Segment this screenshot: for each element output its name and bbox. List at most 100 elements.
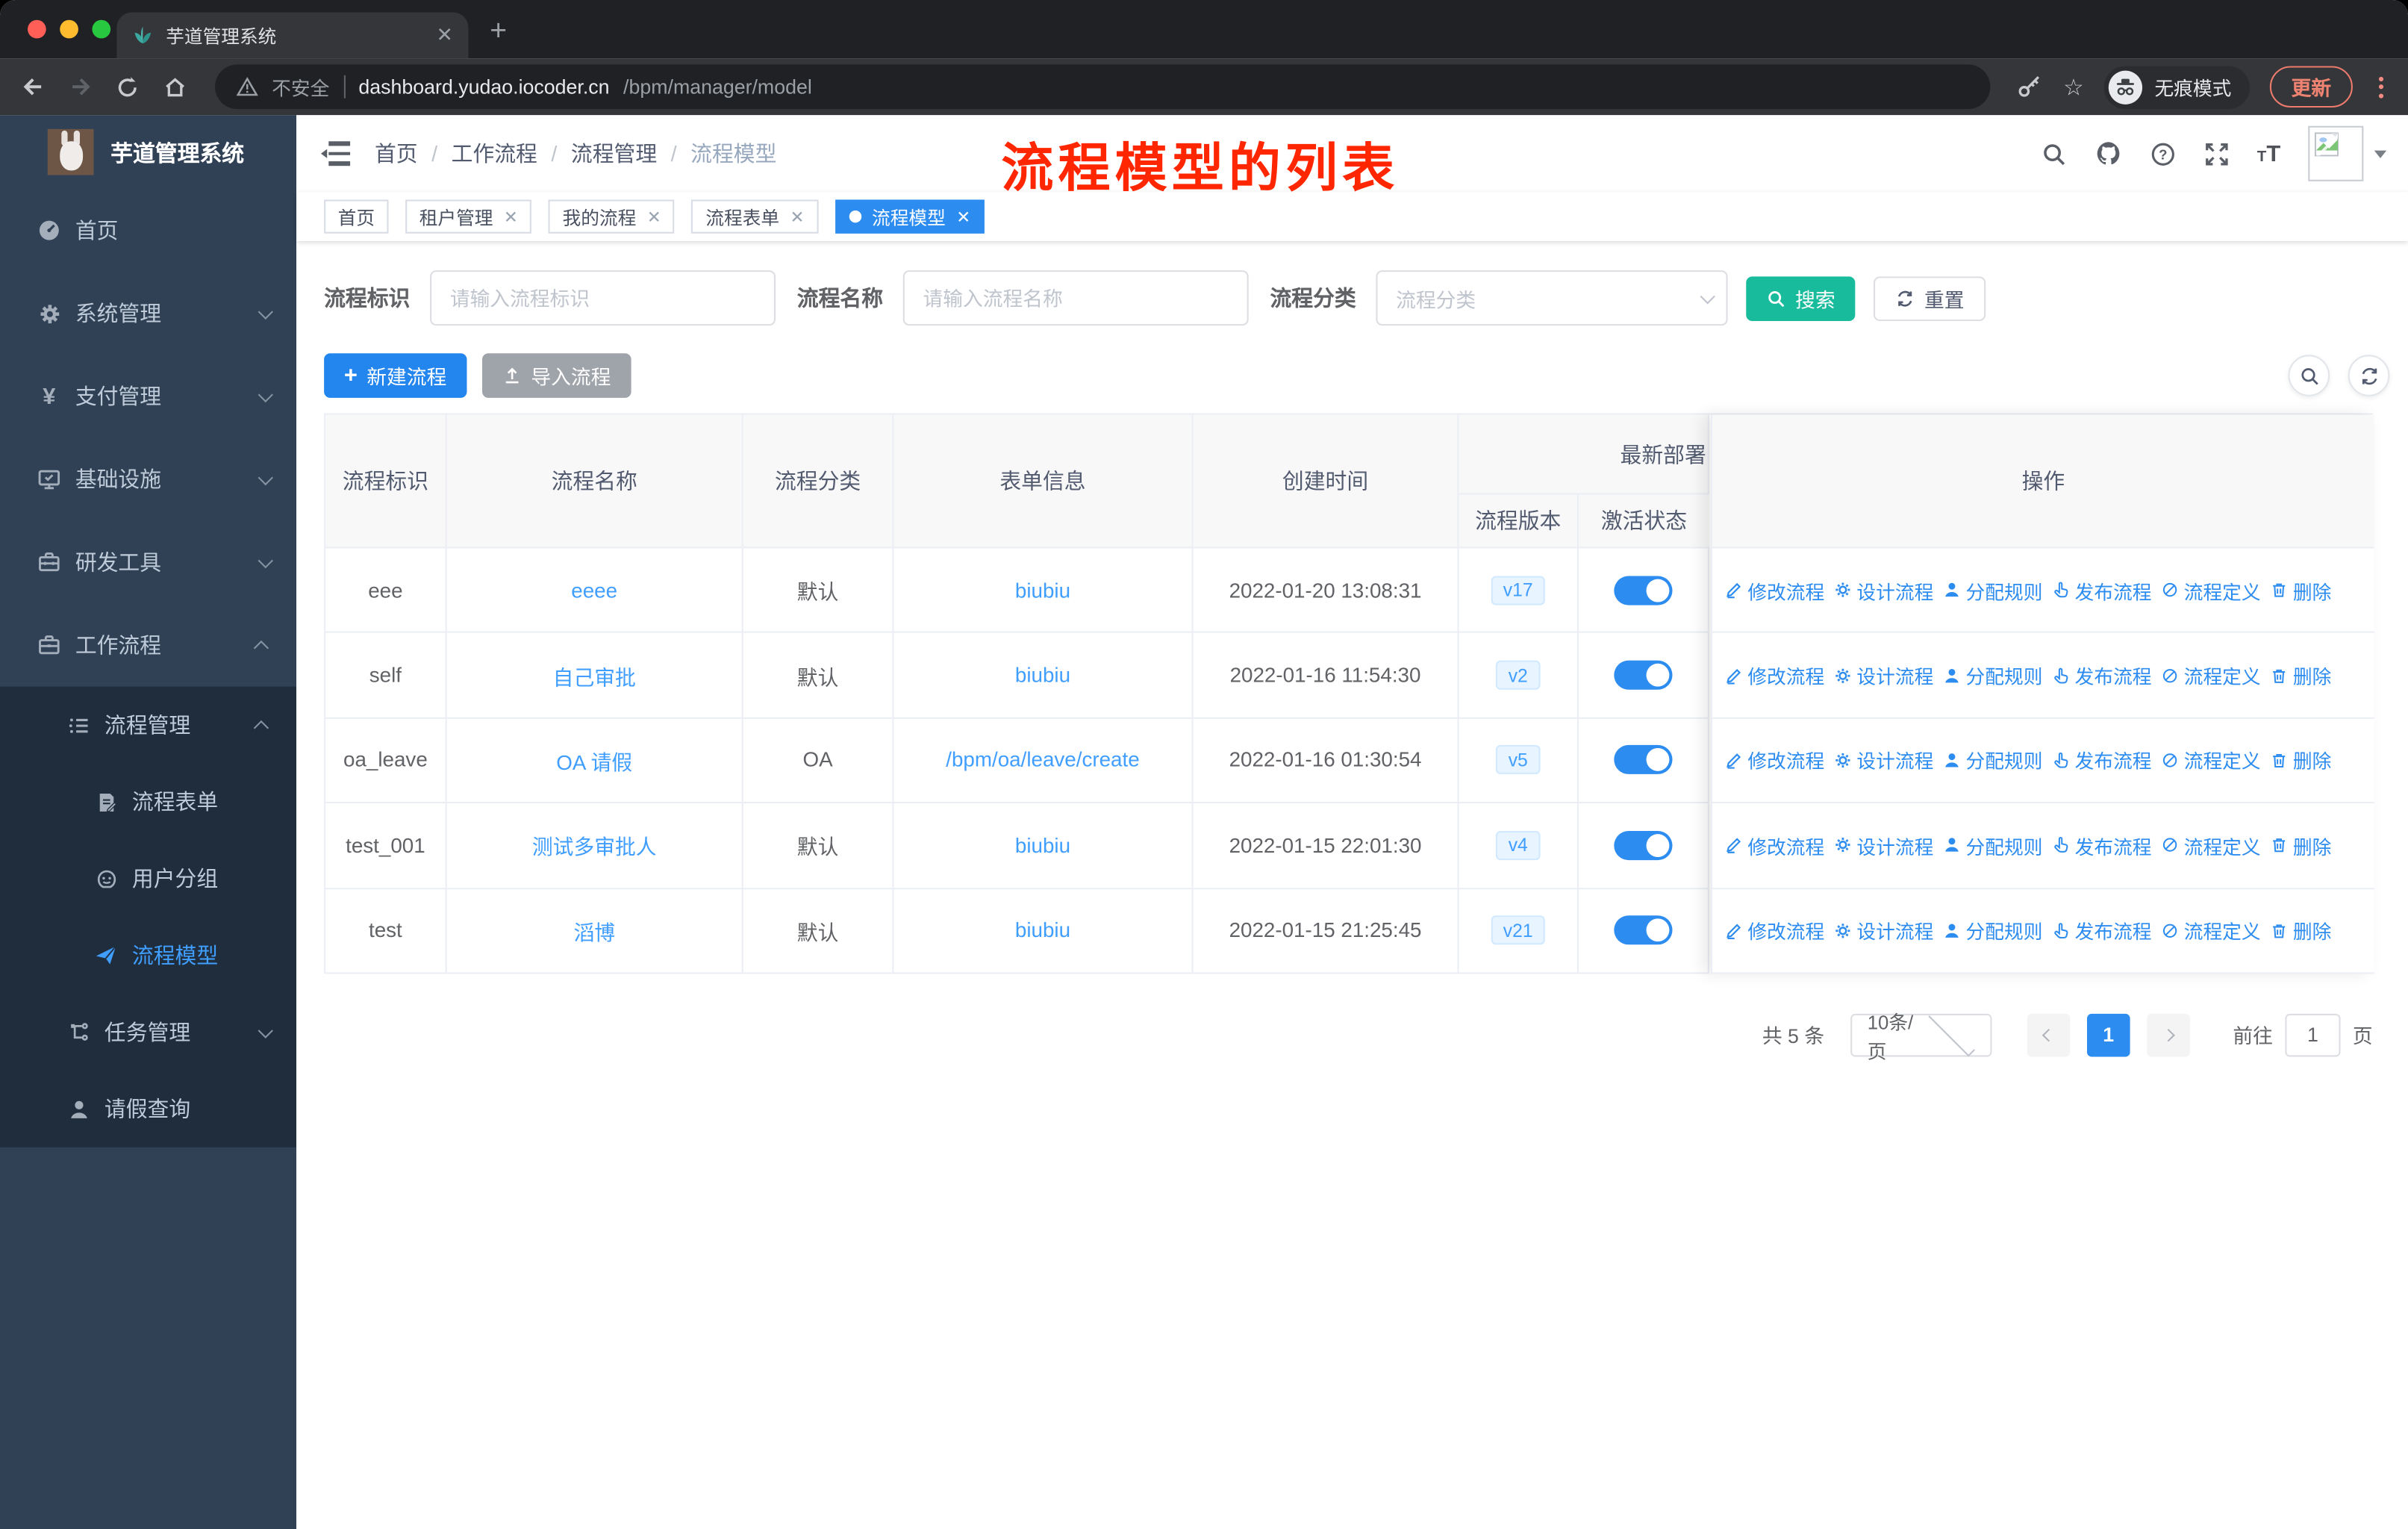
back-icon[interactable] bbox=[19, 73, 46, 101]
assign-rule-link[interactable]: 分配规则 bbox=[1943, 746, 2042, 775]
breadcrumb-process-mgmt[interactable]: 流程管理 bbox=[571, 138, 657, 169]
publish-process-link[interactable]: 发布流程 bbox=[2052, 576, 2152, 605]
publish-process-link[interactable]: 发布流程 bbox=[2052, 746, 2152, 775]
bookmark-star-icon[interactable]: ☆ bbox=[2063, 73, 2084, 101]
tab-close-icon[interactable]: ✕ bbox=[436, 23, 452, 48]
tag-my-process[interactable]: 我的流程 ✕ bbox=[549, 199, 676, 234]
user-avatar-dropdown[interactable] bbox=[2308, 125, 2387, 181]
design-process-link[interactable]: 设计流程 bbox=[1834, 661, 1933, 690]
sidebar-item-devtools[interactable]: 研发工具 bbox=[0, 520, 296, 603]
password-key-icon[interactable] bbox=[2015, 73, 2043, 101]
create-process-button[interactable]: + 新建流程 bbox=[324, 353, 467, 398]
page-1-button[interactable]: 1 bbox=[2086, 1013, 2130, 1057]
security-label[interactable]: 不安全 bbox=[272, 72, 329, 102]
edit-process-link[interactable]: 修改流程 bbox=[1724, 576, 1824, 605]
close-icon[interactable]: ✕ bbox=[647, 207, 661, 227]
sidebar-item-process-form[interactable]: 流程表单 bbox=[0, 764, 296, 841]
process-definition-link[interactable]: 流程定义 bbox=[2161, 661, 2261, 690]
font-size-icon[interactable]: TT bbox=[2257, 140, 2280, 166]
sidebar-item-system[interactable]: 系统管理 bbox=[0, 272, 296, 355]
sidebar-item-payment[interactable]: ¥ 支付管理 bbox=[0, 355, 296, 437]
design-process-link[interactable]: 设计流程 bbox=[1834, 831, 1933, 860]
delete-link[interactable]: 删除 bbox=[2270, 661, 2331, 690]
sidebar-item-process-model[interactable]: 流程模型 bbox=[0, 917, 296, 994]
publish-process-link[interactable]: 发布流程 bbox=[2052, 661, 2152, 690]
import-process-button[interactable]: 导入流程 bbox=[481, 353, 631, 398]
sidebar-collapse-icon[interactable] bbox=[320, 141, 351, 166]
reset-button[interactable]: 重置 bbox=[1874, 275, 1986, 320]
sidebar-item-leave-query[interactable]: 请假查询 bbox=[0, 1071, 296, 1147]
form-link[interactable]: biubiu bbox=[1015, 664, 1070, 687]
process-definition-link[interactable]: 流程定义 bbox=[2161, 831, 2261, 860]
sidebar-item-process-mgmt[interactable]: 流程管理 bbox=[0, 687, 296, 764]
design-process-link[interactable]: 设计流程 bbox=[1834, 916, 1933, 945]
sidebar-item-infra[interactable]: 基础设施 bbox=[0, 437, 296, 520]
sidebar-item-home[interactable]: 首页 bbox=[0, 189, 296, 272]
form-link[interactable]: biubiu bbox=[1015, 919, 1070, 942]
assign-rule-link[interactable]: 分配规则 bbox=[1943, 831, 2042, 860]
tag-process-model[interactable]: 流程模型 ✕ bbox=[835, 199, 985, 234]
delete-link[interactable]: 删除 bbox=[2270, 746, 2331, 775]
tag-process-form[interactable]: 流程表单 ✕ bbox=[691, 199, 819, 234]
active-toggle[interactable] bbox=[1614, 830, 1673, 860]
process-name-link[interactable]: 测试多审批人 bbox=[532, 830, 657, 861]
assign-rule-link[interactable]: 分配规则 bbox=[1943, 916, 2042, 945]
sidebar-item-user-group[interactable]: 用户分组 bbox=[0, 840, 296, 917]
tag-home[interactable]: 首页 bbox=[324, 199, 389, 234]
edit-process-link[interactable]: 修改流程 bbox=[1724, 916, 1824, 945]
reload-icon[interactable] bbox=[113, 73, 141, 101]
close-icon[interactable]: ✕ bbox=[790, 207, 805, 227]
browser-update-button[interactable]: 更新 bbox=[2269, 66, 2353, 108]
home-icon[interactable] bbox=[161, 73, 189, 101]
assign-rule-link[interactable]: 分配规则 bbox=[1943, 661, 2042, 690]
active-toggle[interactable] bbox=[1614, 745, 1673, 775]
close-icon[interactable]: ✕ bbox=[504, 207, 518, 227]
process-name-input[interactable] bbox=[902, 270, 1249, 326]
help-icon[interactable]: ? bbox=[2150, 140, 2176, 166]
form-link[interactable]: /bpm/oa/leave/create bbox=[946, 749, 1139, 772]
process-name-link[interactable]: eeee bbox=[571, 579, 617, 602]
process-definition-link[interactable]: 流程定义 bbox=[2161, 576, 2261, 605]
process-name-link[interactable]: 自己审批 bbox=[553, 660, 636, 691]
prev-page-button[interactable] bbox=[2027, 1013, 2071, 1057]
breadcrumb-workflow[interactable]: 工作流程 bbox=[452, 138, 537, 169]
page-size-select[interactable]: 10条/页 bbox=[1850, 1009, 1992, 1063]
publish-process-link[interactable]: 发布流程 bbox=[2052, 831, 2152, 860]
process-name-link[interactable]: 滔博 bbox=[573, 915, 615, 946]
close-icon[interactable]: ✕ bbox=[956, 207, 970, 227]
active-toggle[interactable] bbox=[1614, 575, 1673, 605]
assign-rule-link[interactable]: 分配规则 bbox=[1943, 576, 2042, 605]
sidebar-item-task-mgmt[interactable]: 任务管理 bbox=[0, 994, 296, 1071]
toggle-search-button[interactable] bbox=[2288, 355, 2330, 396]
forward-icon[interactable] bbox=[66, 73, 93, 101]
form-link[interactable]: biubiu bbox=[1015, 834, 1070, 857]
maximize-window-button[interactable] bbox=[92, 19, 111, 39]
sidebar-logo[interactable]: 芋道管理系统 bbox=[0, 115, 296, 189]
form-link[interactable]: biubiu bbox=[1015, 579, 1070, 602]
close-window-button[interactable] bbox=[28, 19, 46, 39]
edit-process-link[interactable]: 修改流程 bbox=[1724, 661, 1824, 690]
delete-link[interactable]: 删除 bbox=[2270, 576, 2331, 605]
breadcrumb-home[interactable]: 首页 bbox=[375, 138, 418, 169]
category-select[interactable]: 流程分类 bbox=[1376, 270, 1728, 326]
tag-tenant[interactable]: 租户管理 ✕ bbox=[405, 199, 532, 234]
minimize-window-button[interactable] bbox=[60, 19, 78, 39]
edit-process-link[interactable]: 修改流程 bbox=[1724, 746, 1824, 775]
search-icon[interactable] bbox=[2041, 140, 2067, 166]
process-definition-link[interactable]: 流程定义 bbox=[2161, 916, 2261, 945]
browser-tab[interactable]: 芋道管理系统 ✕ bbox=[116, 12, 469, 59]
design-process-link[interactable]: 设计流程 bbox=[1834, 576, 1933, 605]
search-button[interactable]: 搜索 bbox=[1746, 275, 1856, 320]
process-definition-link[interactable]: 流程定义 bbox=[2161, 746, 2261, 775]
process-key-input[interactable] bbox=[430, 270, 776, 326]
process-name-link[interactable]: OA 请假 bbox=[556, 745, 632, 776]
active-toggle[interactable] bbox=[1614, 660, 1673, 690]
new-tab-button[interactable]: + bbox=[490, 16, 507, 49]
browser-menu-icon[interactable] bbox=[2373, 75, 2390, 98]
delete-link[interactable]: 删除 bbox=[2270, 831, 2331, 860]
next-page-button[interactable] bbox=[2147, 1013, 2190, 1057]
refresh-button[interactable] bbox=[2348, 355, 2390, 396]
publish-process-link[interactable]: 发布流程 bbox=[2052, 916, 2152, 945]
github-icon[interactable] bbox=[2094, 140, 2122, 167]
sidebar-item-workflow[interactable]: 工作流程 bbox=[0, 604, 296, 687]
